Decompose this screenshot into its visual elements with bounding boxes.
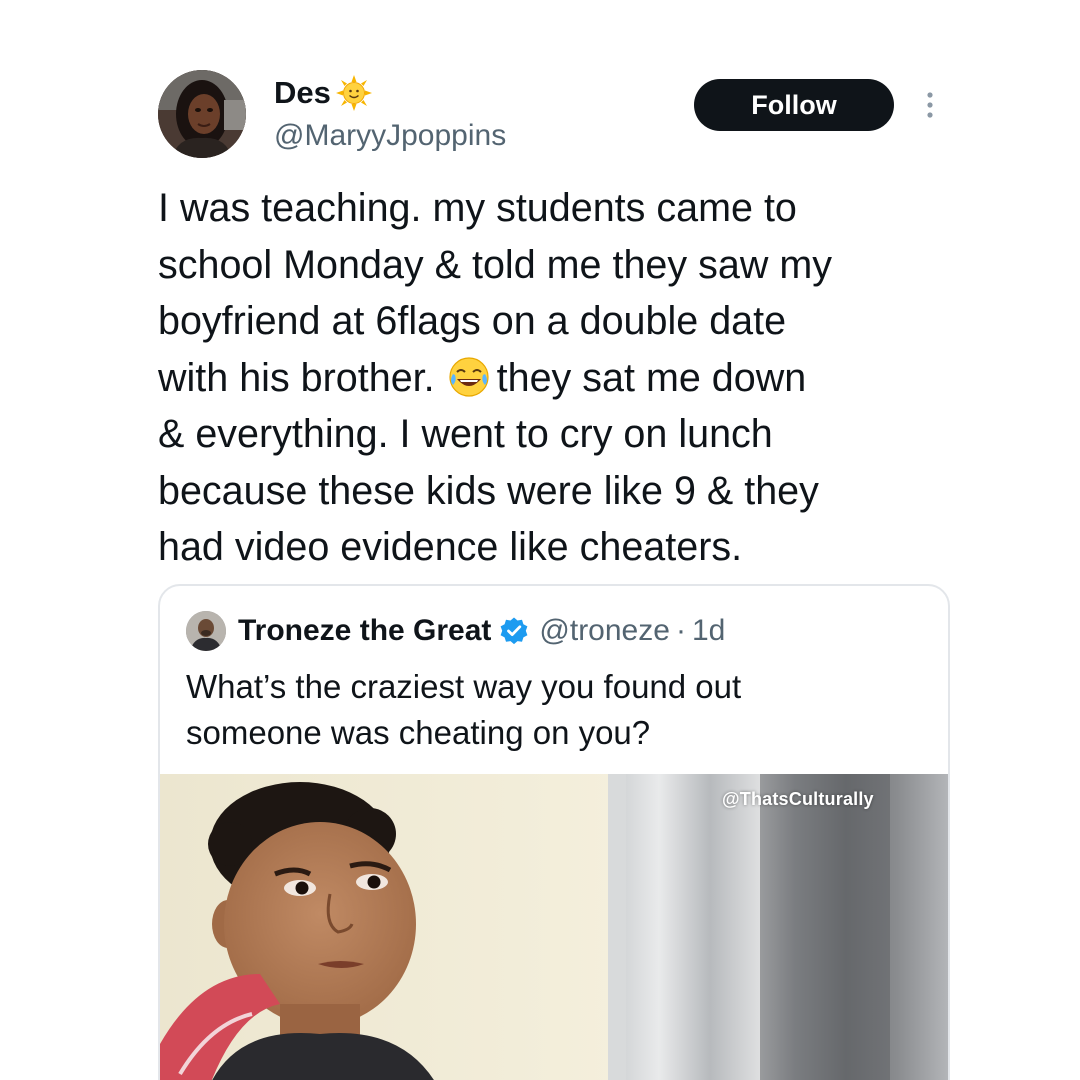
tweet-text-line: because these kids were like 9 & they bbox=[158, 468, 819, 513]
tweet-text-line: had video evidence like cheaters. bbox=[158, 525, 743, 569]
quoted-author-avatar[interactable] bbox=[186, 611, 226, 651]
author-name-row: Des bbox=[274, 74, 373, 112]
tweet-text-line: & everything. I went to cry on lunch bbox=[158, 412, 773, 456]
quoted-timestamp[interactable]: 1d bbox=[692, 614, 725, 648]
quoted-text-line: What’s the craziest way you found out bbox=[186, 668, 742, 705]
verified-badge-icon bbox=[499, 616, 529, 646]
author-handle[interactable]: @MaryyJpoppins bbox=[274, 117, 506, 155]
tweet-text: I was teaching. my students came to scho… bbox=[158, 180, 948, 576]
tweet-text-segment: they sat me down bbox=[496, 355, 807, 400]
tweet-text-line: I was teaching. my students came to bbox=[158, 186, 797, 230]
quoted-media-image[interactable] bbox=[160, 774, 948, 1080]
quoted-author-name[interactable]: Troneze the Great bbox=[238, 614, 491, 648]
watermark-label: @ThatsCulturally bbox=[722, 789, 874, 809]
quoted-text-line: someone was cheating on you? bbox=[186, 714, 651, 751]
child-photo bbox=[160, 774, 948, 1080]
quoted-tweet-header: Troneze the Great @troneze · 1d bbox=[186, 608, 725, 654]
follow-button[interactable]: Follow bbox=[694, 79, 894, 131]
author-display-name[interactable]: Des bbox=[274, 74, 331, 112]
meta-separator: · bbox=[675, 614, 686, 647]
tweet-text-line: school Monday & told me they saw my bbox=[158, 242, 832, 287]
author-avatar[interactable] bbox=[158, 70, 246, 158]
tweet-text-line: boyfriend at 6flags on a double date bbox=[158, 299, 787, 343]
tweet-text-segment: with his brother. bbox=[158, 355, 435, 400]
quoted-tweet-card[interactable]: Troneze the Great @troneze · 1d What’s t… bbox=[158, 584, 950, 1080]
tweet-text-line-with-emoji: with his brother. they sat me down bbox=[158, 350, 948, 407]
face-with-tears-of-joy-emoji-icon bbox=[447, 355, 491, 399]
quoted-tweet-text: What’s the craziest way you found out so… bbox=[186, 664, 926, 756]
quoted-author-handle[interactable]: @troneze bbox=[539, 614, 670, 648]
avatar-image bbox=[158, 70, 246, 158]
sun-with-face-emoji-icon bbox=[335, 74, 373, 112]
post-screenshot: Des @MaryyJpoppins Follow I was teaching… bbox=[0, 0, 1080, 1080]
more-options-icon[interactable] bbox=[921, 88, 939, 122]
